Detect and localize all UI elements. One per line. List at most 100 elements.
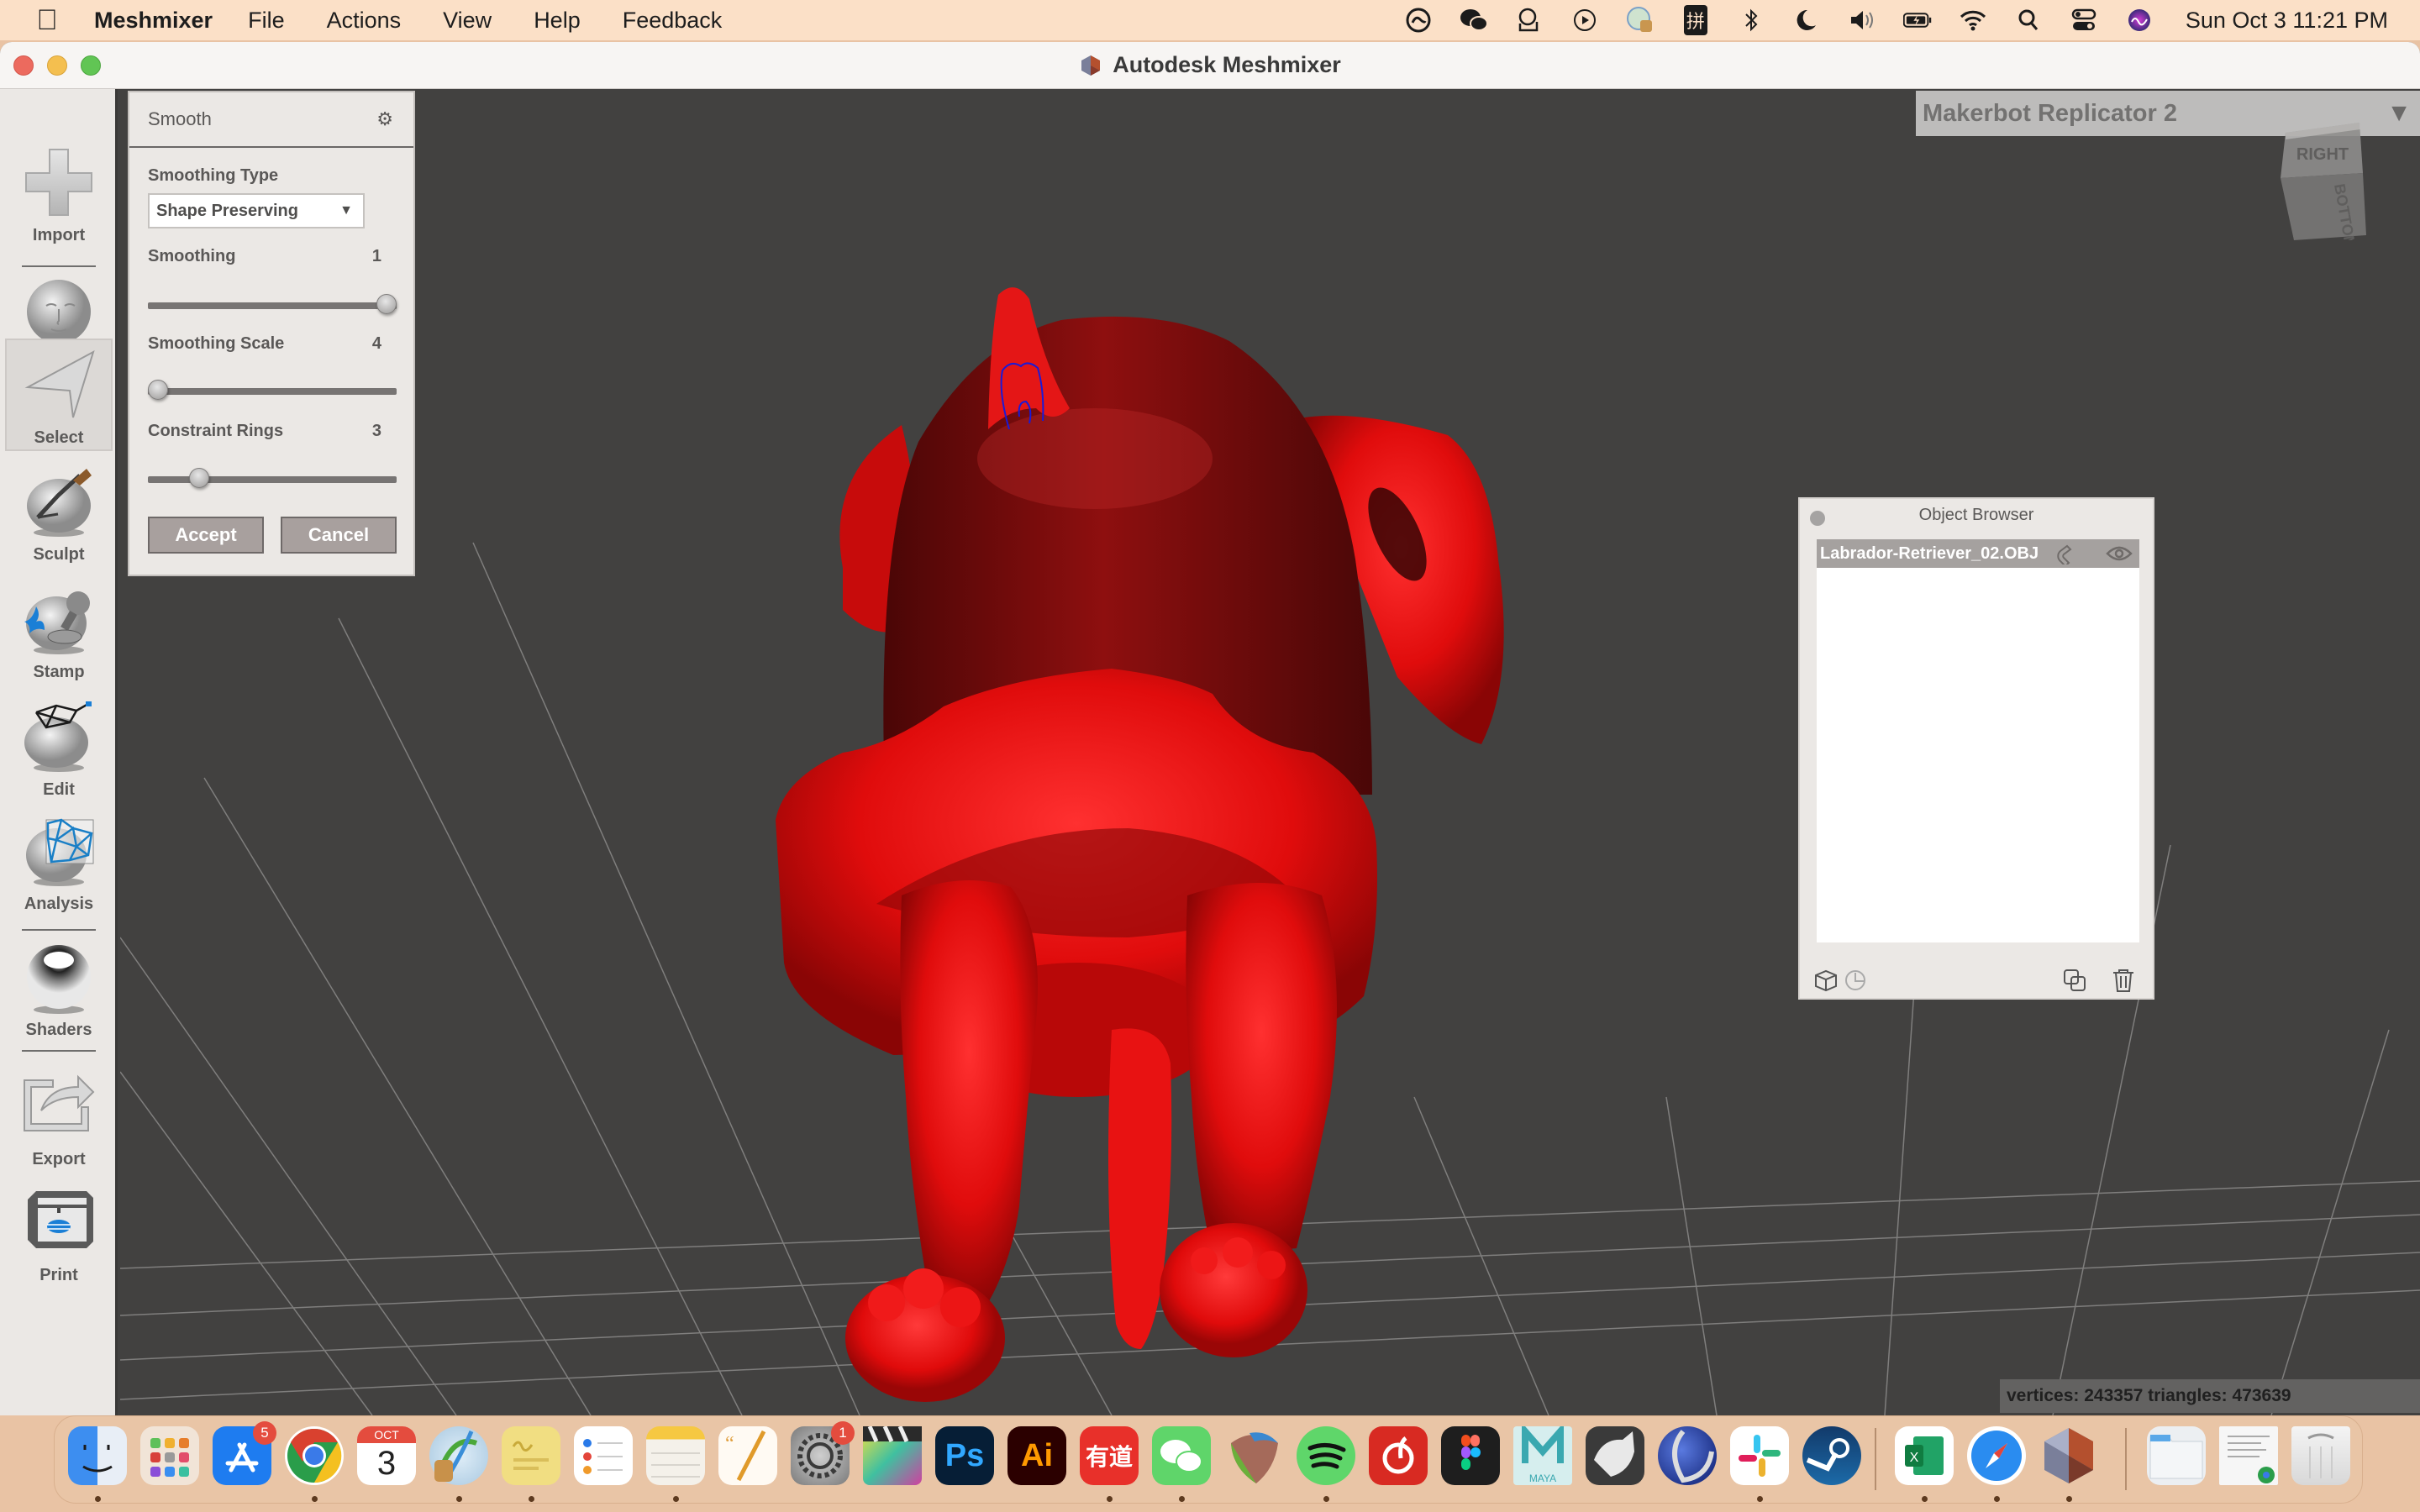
dock-app-rhino[interactable] (1586, 1426, 1644, 1485)
menu-feedback[interactable]: Feedback (623, 8, 723, 34)
accept-button[interactable]: Accept (148, 517, 264, 554)
smoothing-type-dropdown[interactable]: Shape Preserving ▼ (148, 193, 365, 228)
viewcube-face-right[interactable]: RIGHT (2296, 145, 2349, 164)
constraint-rings-slider[interactable] (148, 468, 397, 488)
dock-app-script-editor[interactable]: “ (718, 1426, 777, 1485)
dock-app-downloads-folder[interactable] (2147, 1426, 2206, 1485)
tool-analysis[interactable]: Analysis (5, 813, 113, 914)
slider-knob[interactable] (148, 380, 168, 400)
labrador-model[interactable] (776, 287, 1504, 1402)
tool-import[interactable]: Import (5, 144, 113, 245)
menu-view[interactable]: View (443, 8, 492, 34)
dock-app-notes[interactable] (646, 1426, 705, 1485)
view-cube[interactable]: RIGHT BOTTOM (2279, 123, 2371, 240)
tool-select[interactable]: Select (5, 339, 113, 451)
tool-edit[interactable]: Edit (5, 699, 113, 800)
moon-icon[interactable] (1792, 6, 1821, 34)
spotlight-search-icon[interactable] (2014, 6, 2043, 34)
dock-app-steam[interactable] (1802, 1426, 1861, 1485)
dock-app-calendar[interactable]: OCT 3 (357, 1426, 416, 1485)
dock-app-photoshop[interactable]: Ps (935, 1426, 994, 1485)
smoothing-type-value: Shape Preserving (156, 201, 298, 220)
chevron-down-icon[interactable]: ▼ (2386, 99, 2412, 128)
dock-app-final-cut-pro[interactable] (863, 1425, 922, 1485)
creative-cloud-icon[interactable] (1404, 6, 1433, 34)
plus-icon (25, 149, 92, 216)
dock-app-system-preferences[interactable]: 1 (791, 1421, 855, 1485)
printer-name: Makerbot Replicator 2 (1923, 99, 2177, 127)
tool-print[interactable]: Print (5, 1184, 113, 1285)
dock-app-vpn[interactable] (429, 1426, 488, 1485)
siri-icon[interactable] (2125, 6, 2154, 34)
screenshot-icon[interactable] (1515, 6, 1544, 34)
dock-app-slack[interactable] (1730, 1426, 1789, 1485)
play-icon[interactable] (1570, 6, 1599, 34)
duplicate-icon[interactable] (2062, 968, 2087, 993)
pinyin-input-icon[interactable]: 拼 (1681, 5, 1710, 35)
eye-icon[interactable] (2106, 545, 2133, 562)
dock-app-figma[interactable] (1441, 1426, 1500, 1485)
dock-app-netease-music[interactable] (1369, 1426, 1428, 1485)
dock-app-spotify[interactable] (1297, 1426, 1355, 1485)
tool-stamp[interactable]: Stamp (5, 581, 113, 682)
dock-app-reminders[interactable] (574, 1426, 633, 1485)
tool-sculpt[interactable]: Sculpt (5, 464, 113, 564)
menu-app-name[interactable]: Meshmixer (94, 8, 213, 34)
menu-actions[interactable]: Actions (327, 8, 402, 34)
window-close-button[interactable] (13, 55, 34, 76)
battery-charging-icon[interactable] (1902, 6, 1932, 34)
dock-app-illustrator[interactable]: Ai (1007, 1426, 1066, 1485)
pivot-icon[interactable] (1844, 968, 1869, 993)
wechat-icon[interactable] (1460, 6, 1488, 34)
constraint-rings-value: 3 (371, 422, 381, 440)
dock-app-app-store[interactable]: 5 (213, 1421, 276, 1485)
calendar-day: 3 (376, 1445, 397, 1482)
window-minimize-button[interactable] (47, 55, 67, 76)
dock-app-wechat[interactable] (1152, 1426, 1211, 1485)
gear-icon[interactable]: ⚙ (376, 108, 393, 130)
mesh-stats-text: vertices: 243357 triangles: 473639 (2007, 1386, 2291, 1405)
dock-app-reaper[interactable] (1224, 1426, 1283, 1485)
magnet-icon[interactable] (2055, 543, 2077, 564)
menu-bar:  Meshmixer File Actions View Help Feedb… (0, 0, 2420, 40)
menu-help[interactable]: Help (534, 8, 581, 34)
tool-export[interactable]: Export (5, 1068, 113, 1169)
dock-app-cinema4d[interactable] (1658, 1426, 1717, 1485)
trash-icon[interactable] (2111, 968, 2136, 993)
tool-label: Analysis (24, 895, 94, 913)
cancel-button[interactable]: Cancel (281, 517, 397, 554)
smoothing-scale-slider[interactable] (148, 380, 397, 400)
slider-knob[interactable] (188, 468, 209, 488)
dock-app-launchpad[interactable] (140, 1426, 199, 1485)
control-center-icon[interactable] (2070, 6, 2098, 34)
dock-app-finder[interactable] (68, 1426, 127, 1485)
model-right-leg (1186, 883, 1337, 1257)
svg-text:X: X (1910, 1451, 1919, 1465)
clock[interactable]: Sun Oct 3 11:21 PM (2186, 8, 2388, 34)
dock-app-safari[interactable] (1967, 1426, 2026, 1485)
menu-file[interactable]: File (248, 8, 285, 34)
dock-app-excel[interactable]: X (1895, 1426, 1954, 1485)
volume-icon[interactable] (1848, 6, 1876, 34)
dock-app-stickies[interactable] (502, 1426, 560, 1485)
tool-shaders[interactable]: Shaders (5, 939, 113, 1040)
dock-app-chrome[interactable] (285, 1426, 344, 1485)
dock-app-trash[interactable] (2291, 1426, 2350, 1485)
wechat-icon (1160, 1440, 1202, 1473)
dock-app-youdao[interactable]: 有道 (1080, 1426, 1139, 1485)
dock-app-recent-document[interactable] (2219, 1426, 2278, 1485)
wifi-icon[interactable] (1959, 6, 1987, 34)
notes-icon (651, 1452, 700, 1478)
running-indicator (1179, 1496, 1185, 1502)
apple-menu-icon[interactable]:  (32, 4, 62, 37)
dock-app-meshmixer[interactable] (2039, 1426, 2098, 1485)
slider-knob[interactable] (376, 294, 397, 314)
object-list-item[interactable]: Labrador-Retriever_02.OBJ (1817, 539, 2139, 568)
cube-icon[interactable] (1813, 968, 1839, 993)
launchpad-icon (150, 1438, 189, 1477)
vpn-lock-icon[interactable] (1626, 6, 1655, 34)
bluetooth-icon[interactable] (1737, 6, 1765, 34)
window-zoom-button[interactable] (81, 55, 101, 76)
dock-app-maya[interactable]: MAYA (1513, 1422, 1572, 1485)
smoothing-slider[interactable] (148, 294, 397, 314)
